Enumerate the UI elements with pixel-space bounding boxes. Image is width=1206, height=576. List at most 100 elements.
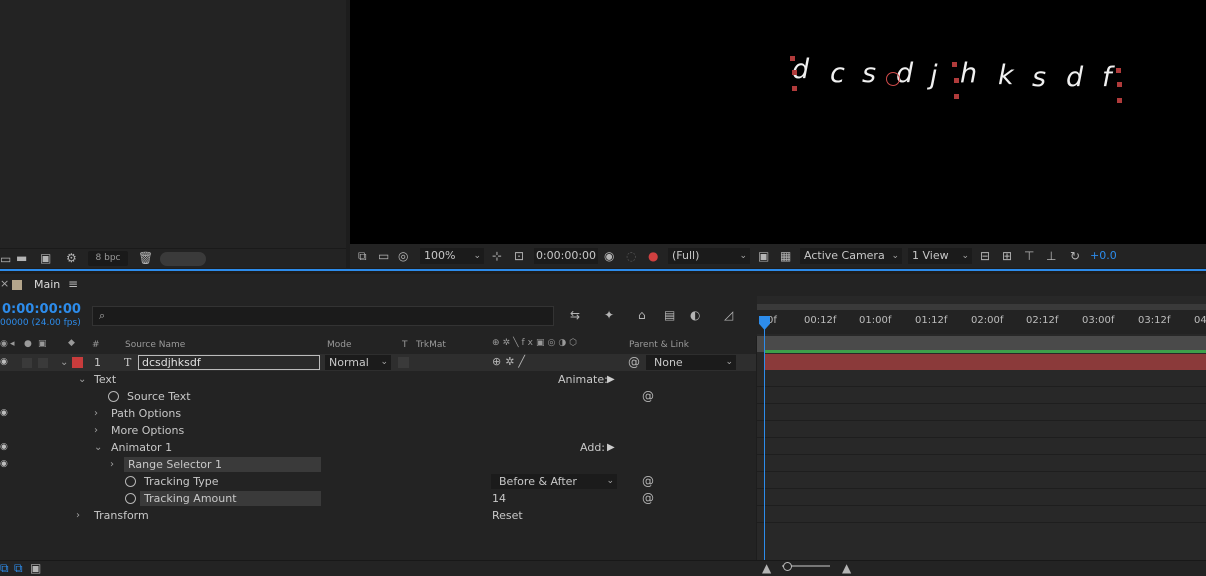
views-dropdown[interactable]: 1 View ⌄ [908, 248, 972, 264]
graph-editor-icon[interactable]: ◿ [724, 308, 733, 322]
tracking-amount-value[interactable]: 14 [492, 490, 506, 507]
zoom-dropdown[interactable]: 100% ⌄ [420, 248, 484, 264]
chevron-right-icon[interactable]: › [94, 422, 98, 439]
reset-link[interactable]: Reset [492, 507, 523, 524]
eye-icon[interactable]: ◉ [0, 354, 8, 371]
bpc-button[interactable]: 8 bpc [88, 251, 128, 266]
resolution-dropdown[interactable]: (Full) ⌄ [668, 248, 750, 264]
pickwhip-icon[interactable]: @ [628, 354, 640, 371]
project-settings-icon[interactable]: ⚙ [66, 251, 77, 265]
fit-icon[interactable]: ⊹ [492, 249, 502, 263]
eye-icon[interactable]: ◉ [0, 439, 8, 456]
column-parent[interactable]: Parent & Link [629, 340, 689, 350]
monitor-icon[interactable]: ▭ [378, 249, 389, 263]
transform-handle[interactable] [954, 78, 959, 83]
add-play-icon[interactable]: ▶ [607, 442, 615, 453]
time-ruler[interactable]: 0f 00:12f 01:00f 01:12f 02:00f 02:12f 03… [757, 310, 1206, 334]
zoom-out-icon[interactable]: ▲ [762, 561, 771, 575]
fast-preview-icon[interactable]: ⊞ [1002, 249, 1012, 263]
shy-layers-icon[interactable]: ⌂ [638, 308, 646, 322]
current-time[interactable]: 0:00:00:00 [2, 302, 81, 317]
transform-handle[interactable] [1117, 98, 1122, 103]
preserve-transparency-toggle[interactable] [398, 357, 409, 368]
exposure-value[interactable]: +0.0 [1090, 249, 1117, 262]
layer-row[interactable]: ◉ ⌄ 1 T dcsdjhksdf Normal ⌄ ⊕✲╱ @ None ⌄ [0, 354, 756, 371]
frame-blending-icon[interactable]: ▤ [664, 308, 675, 322]
transform-handle[interactable] [1117, 82, 1122, 87]
layer-switches-toggle-icon[interactable]: ⧉ [0, 561, 9, 575]
chevron-right-icon[interactable]: › [94, 405, 98, 422]
stopwatch-icon[interactable] [125, 493, 136, 504]
transform-handle[interactable] [792, 86, 797, 91]
zoom-in-icon[interactable]: ▲ [842, 561, 851, 575]
transform-handle[interactable] [792, 70, 797, 75]
toggle-pixel-icon[interactable]: ⊟ [980, 249, 990, 263]
new-folder-icon[interactable]: ▬ [16, 251, 27, 265]
transform-handle[interactable] [790, 56, 795, 61]
property-animator[interactable]: ◉ ⌄ Animator 1 Add: ▶ [0, 439, 756, 456]
property-more-options[interactable]: › More Options [0, 422, 756, 439]
motion-blur-icon[interactable]: ◐ [690, 308, 700, 322]
label-color-swatch[interactable] [72, 357, 83, 368]
audio-toggle[interactable] [22, 358, 32, 368]
region-icon[interactable]: ⊡ [514, 249, 524, 263]
chevron-down-icon[interactable]: ⌄ [94, 439, 102, 456]
solo-toggle[interactable] [38, 358, 48, 368]
column-source-name[interactable]: Source Name [125, 340, 185, 350]
tracking-type-dropdown[interactable]: Before & After ⌄ [491, 474, 617, 489]
comp-mini-flowchart-icon[interactable]: ⇆ [570, 308, 580, 322]
always-preview-icon[interactable]: ⧉ [358, 249, 367, 263]
zoom-slider-thumb[interactable] [783, 562, 792, 571]
property-range-selector[interactable]: ◉ › Range Selector 1 [0, 456, 756, 473]
layer-name-field[interactable]: dcsdjhksdf [138, 355, 320, 370]
show-snapshot-icon[interactable]: ◌ [626, 249, 636, 263]
mask-icon[interactable]: ◎ [398, 249, 408, 263]
property-path-options[interactable]: ◉ › Path Options [0, 405, 756, 422]
composition-viewer[interactable]: d c s d j h k s d f [350, 0, 1206, 244]
chevron-down-icon[interactable]: ⌄ [60, 354, 68, 371]
layer-duration-bar[interactable] [764, 354, 1206, 370]
flowchart-icon[interactable]: ⊥ [1046, 249, 1056, 263]
viewer-timecode[interactable]: 0:00:00:00 [534, 248, 598, 264]
label-icon[interactable]: ◆ [68, 338, 75, 348]
new-composition-icon[interactable]: ▣ [40, 251, 51, 265]
chevron-right-icon[interactable]: › [76, 507, 80, 524]
animate-play-icon[interactable]: ▶ [607, 374, 615, 385]
video-icon[interactable]: ◉ [0, 339, 8, 349]
expression-spiral-icon[interactable]: @ [642, 473, 654, 490]
expression-spiral-icon[interactable]: @ [642, 388, 654, 405]
property-tracking-amount[interactable]: Tracking Amount 14 @ [0, 490, 756, 507]
trash-icon[interactable]: 🗑 [138, 251, 153, 265]
camera-snapshot-icon[interactable]: ◉ [604, 249, 614, 263]
layer-search-box[interactable]: ⌕ [92, 306, 554, 326]
transfer-controls-toggle-icon[interactable]: ⧉ [14, 561, 23, 575]
layer-switches[interactable]: ⊕✲╱ [492, 355, 529, 368]
transform-handle[interactable] [1116, 68, 1121, 73]
timeline-tab[interactable]: Main [34, 278, 60, 291]
column-trkmat[interactable]: TrkMat [416, 340, 446, 350]
timeline-icon[interactable]: ⊤ [1024, 249, 1034, 263]
transform-handle[interactable] [954, 94, 959, 99]
eye-icon[interactable]: ◉ [0, 456, 8, 473]
camera-dropdown[interactable]: Active Camera ⌄ [800, 248, 902, 264]
transparency-grid-icon[interactable]: ▦ [780, 249, 791, 263]
property-tracking-type[interactable]: Tracking Type Before & After ⌄ @ [0, 473, 756, 490]
stopwatch-icon[interactable] [125, 476, 136, 487]
close-icon[interactable]: × [0, 277, 9, 290]
transform-handle[interactable] [952, 62, 957, 67]
stopwatch-icon[interactable] [108, 391, 119, 402]
property-source-text[interactable]: Source Text @ [0, 388, 756, 405]
work-area-bar[interactable] [757, 304, 1206, 310]
property-group-text[interactable]: ⌄ Text Animate: ▶ [0, 371, 756, 388]
menu-icon[interactable]: ≡ [68, 277, 78, 291]
region-of-interest-icon[interactable]: ▣ [758, 249, 769, 263]
thumbnail-slider[interactable] [160, 252, 206, 266]
property-transform[interactable]: › Transform Reset [0, 507, 756, 524]
column-mode[interactable]: Mode [327, 340, 352, 350]
eye-icon[interactable]: ◉ [0, 405, 8, 422]
reset-exposure-icon[interactable]: ↻ [1070, 249, 1080, 263]
search-input[interactable] [113, 308, 543, 324]
timing-toggle-icon[interactable]: ▣ [30, 561, 41, 575]
draft-3d-icon[interactable]: ✦ [604, 308, 614, 322]
lock-icon[interactable]: ▣ [38, 339, 47, 349]
